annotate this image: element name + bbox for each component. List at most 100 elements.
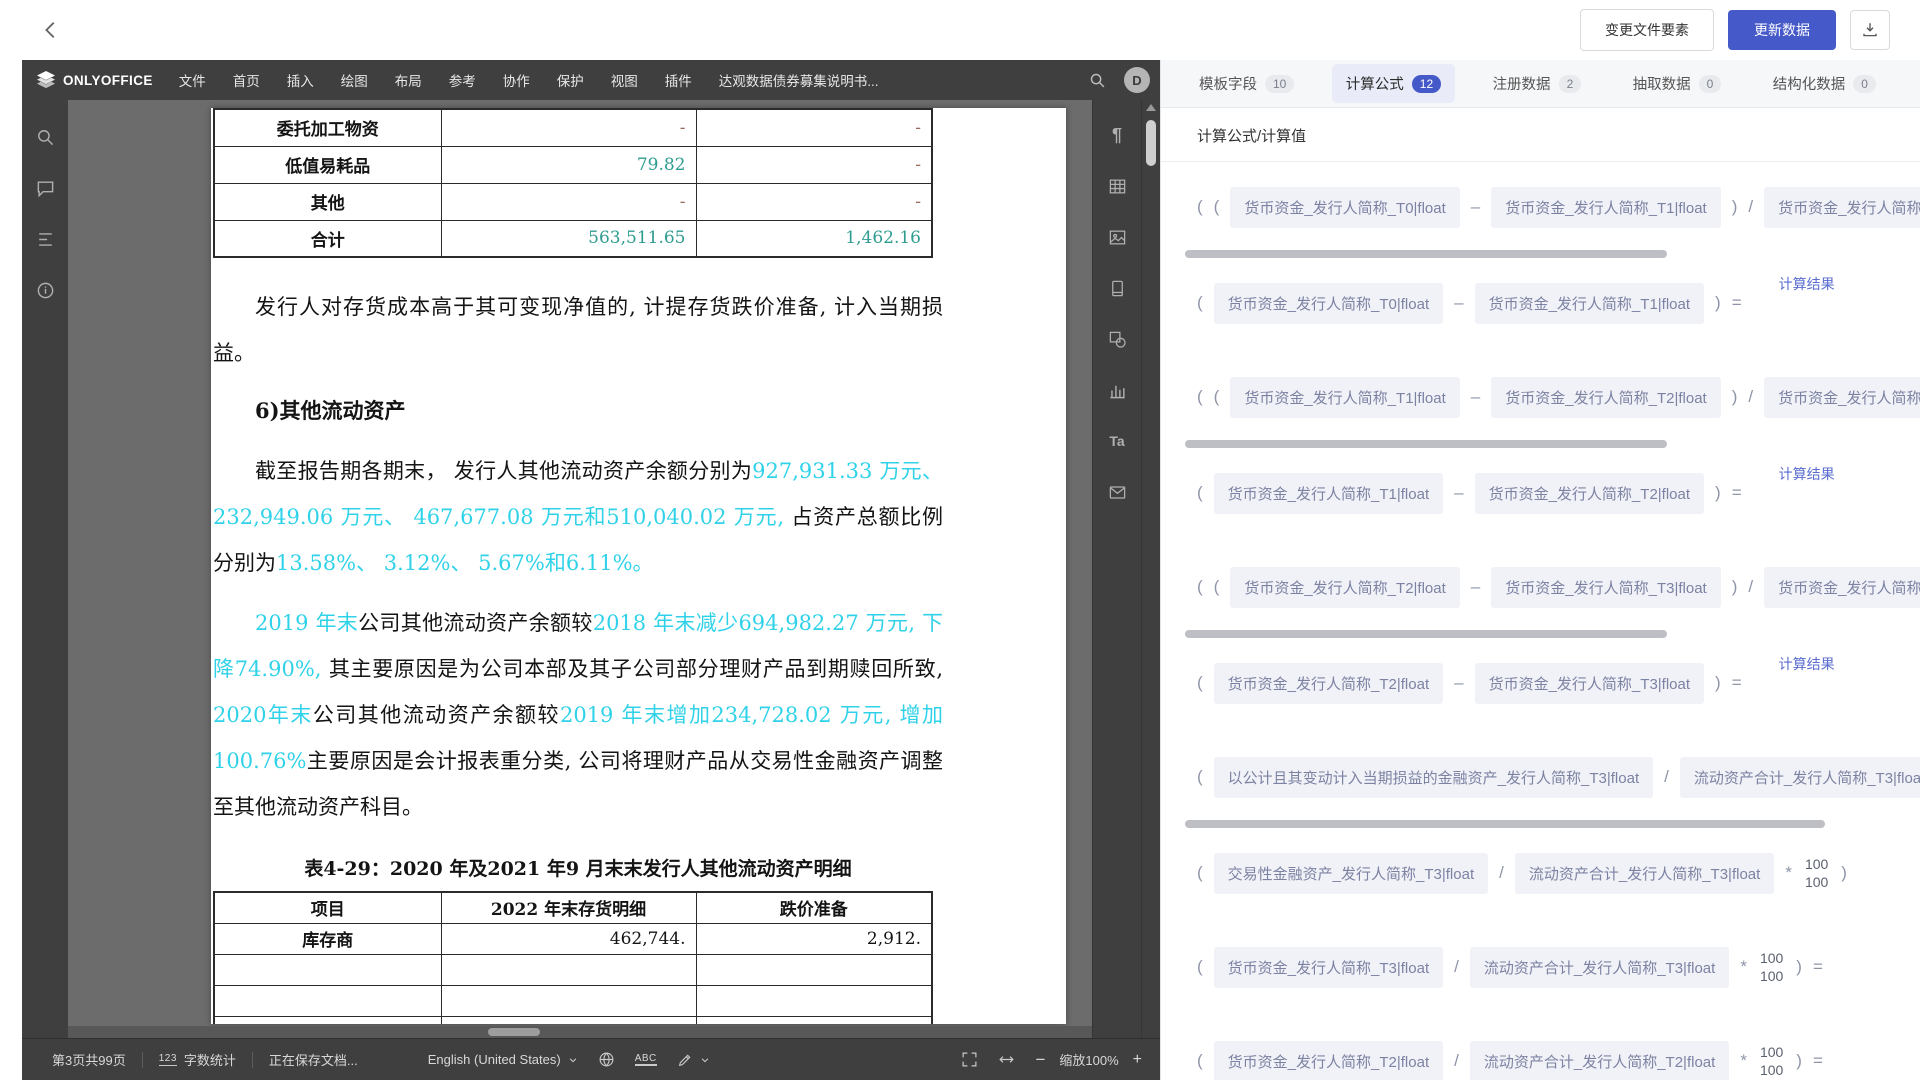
- menu-item[interactable]: 插入: [287, 70, 314, 90]
- download-icon: [1861, 21, 1879, 39]
- field-chip[interactable]: 货币资金_发行人简称_T2|float: [1475, 473, 1704, 514]
- document-page[interactable]: 委托加工物资--低值易耗品79.82-其他--合计563,511.651,462…: [211, 108, 1066, 1024]
- tab-结构化数据[interactable]: 结构化数据0: [1759, 64, 1890, 103]
- paragraph-settings-icon[interactable]: ¶: [1106, 124, 1128, 146]
- horizontal-scrollbar-thumb[interactable]: [488, 1028, 540, 1036]
- field-chip[interactable]: 货币资金_发行人简称_T1|float: [1230, 377, 1459, 418]
- menu-item[interactable]: 文件: [179, 70, 206, 90]
- field-chip[interactable]: 货币资金_发行人简称_T0|float: [1230, 187, 1459, 228]
- document-canvas[interactable]: 委托加工物资--低值易耗品79.82-其他--合计563,511.651,462…: [68, 100, 1092, 1038]
- field-chip[interactable]: 货币资金_发行人简称_T3|float: [1214, 947, 1443, 988]
- scroll-up-arrow-icon[interactable]: [1146, 104, 1156, 111]
- back-button[interactable]: [34, 13, 68, 47]
- table-cell: -: [696, 146, 932, 183]
- calc-result-link[interactable]: 计算结果: [1779, 654, 1835, 674]
- download-button[interactable]: [1850, 10, 1890, 50]
- fit-width-button[interactable]: [998, 1051, 1015, 1068]
- chart-settings-icon[interactable]: [1106, 379, 1128, 401]
- image-settings-icon[interactable]: [1106, 226, 1128, 248]
- table-cell: 1,462.16: [696, 220, 932, 257]
- update-data-button[interactable]: 更新数据: [1728, 10, 1836, 50]
- field-chip[interactable]: 货币资金_发行人简称_T2|float: [1214, 663, 1443, 704]
- textart-settings-icon[interactable]: Ta: [1106, 430, 1128, 452]
- avatar[interactable]: D: [1124, 67, 1150, 93]
- field-chip[interactable]: 货币资金_发行人简称_T2|float: [1214, 1041, 1443, 1080]
- field-chip[interactable]: 流动资产合计_发行人简称_T3|float: [1470, 947, 1729, 988]
- word-count-button[interactable]: 123 字数统计: [159, 1050, 236, 1069]
- operator: /: [1499, 863, 1504, 883]
- search-icon[interactable]: [1086, 69, 1108, 91]
- operator: (: [1197, 293, 1203, 313]
- fit-page-button[interactable]: [961, 1051, 978, 1068]
- field-chip[interactable]: 货币资金_发行人简称_T1|float: [1475, 283, 1704, 324]
- field-chip[interactable]: 货币资金_发行人简称_T2|float: [1764, 377, 1920, 418]
- operator: /: [1664, 767, 1669, 787]
- field-chip[interactable]: 货币资金_发行人简称_T2|float: [1491, 377, 1720, 418]
- headerfooter-settings-icon[interactable]: [1106, 277, 1128, 299]
- vertical-scrollbar-thumb[interactable]: [1146, 120, 1156, 166]
- menu-item[interactable]: 插件: [665, 70, 692, 90]
- table-cell: [441, 985, 696, 1016]
- field-chip[interactable]: 货币资金_发行人简称_T1|float: [1764, 187, 1920, 228]
- menu-item[interactable]: 绘图: [341, 70, 368, 90]
- table-cell: [696, 1016, 932, 1024]
- mailmerge-settings-icon[interactable]: [1106, 481, 1128, 503]
- about-icon[interactable]: [34, 279, 56, 301]
- operator: *: [1740, 1051, 1747, 1071]
- menu-item[interactable]: 达观数据债券募集说明书...: [719, 70, 879, 90]
- field-chip[interactable]: 流动资产合计_发行人简称_T2|float: [1470, 1041, 1729, 1080]
- change-file-elements-button[interactable]: 变更文件要素: [1580, 9, 1714, 51]
- detail-table-body: 项目2022 年末存货明细跌价准备库存商462,744.2,912.: [214, 892, 932, 1024]
- field-chip[interactable]: 货币资金_发行人简称_T1|float: [1214, 473, 1443, 514]
- calc-result-link[interactable]: 计算结果: [1779, 464, 1835, 484]
- field-chip[interactable]: 流动资产合计_发行人简称_T3|float: [1680, 757, 1920, 798]
- field-chip[interactable]: 货币资金_发行人简称_T3|float: [1764, 567, 1920, 608]
- menu-item[interactable]: 首页: [233, 70, 260, 90]
- tab-count-badge: 10: [1265, 75, 1294, 93]
- zoom-out-button[interactable]: −: [1035, 1050, 1045, 1070]
- field-chip[interactable]: 流动资产合计_发行人简称_T3|float: [1515, 853, 1774, 894]
- language-selector[interactable]: English (United States): [428, 1052, 578, 1067]
- field-chip[interactable]: 货币资金_发行人简称_T0|float: [1214, 283, 1443, 324]
- menu-item[interactable]: 布局: [395, 70, 422, 90]
- field-chip[interactable]: 以公计且其变动计入当期损益的金融资产_发行人简称_T3|float: [1214, 757, 1653, 798]
- menu-item[interactable]: 参考: [449, 70, 476, 90]
- find-icon[interactable]: [34, 126, 56, 148]
- globe-icon: [598, 1051, 615, 1068]
- menu-item[interactable]: 协作: [503, 70, 530, 90]
- spellcheck-button[interactable]: ABC: [635, 1053, 657, 1066]
- menu-item[interactable]: 视图: [611, 70, 638, 90]
- table-cell: -: [441, 109, 696, 146]
- table-row: [214, 954, 932, 985]
- text-run: 公司其他流动资产余额较: [313, 703, 560, 727]
- calc-result-link[interactable]: 计算结果: [1779, 274, 1835, 294]
- field-chip[interactable]: 交易性金融资产_发行人简称_T3|float: [1214, 853, 1488, 894]
- zoom-in-button[interactable]: +: [1133, 1051, 1142, 1069]
- table-settings-icon[interactable]: [1106, 175, 1128, 197]
- zoom-level[interactable]: 缩放100%: [1059, 1050, 1118, 1069]
- operator: –: [1471, 197, 1480, 217]
- set-language-button[interactable]: [598, 1051, 615, 1068]
- field-chip[interactable]: 货币资金_发行人简称_T1|float: [1491, 187, 1720, 228]
- tab-计算公式[interactable]: 计算公式12: [1332, 64, 1455, 103]
- operator: ): [1732, 577, 1738, 597]
- tab-模板字段[interactable]: 模板字段10: [1185, 64, 1308, 103]
- table-cell: 库存商: [214, 923, 441, 954]
- track-changes-button[interactable]: [677, 1052, 710, 1068]
- shape-settings-icon[interactable]: [1106, 328, 1128, 350]
- tab-抽取数据[interactable]: 抽取数据0: [1619, 64, 1736, 103]
- comments-icon[interactable]: [34, 177, 56, 199]
- operator: ): [1715, 483, 1721, 503]
- page-number-indicator[interactable]: 第3页共99页: [52, 1050, 126, 1069]
- menu-item[interactable]: 保护: [557, 70, 584, 90]
- horizontal-scrollbar[interactable]: [68, 1026, 1092, 1038]
- field-chip[interactable]: 货币资金_发行人简称_T3|float: [1491, 567, 1720, 608]
- tab-注册数据[interactable]: 注册数据2: [1479, 64, 1596, 103]
- table-cell: 462,744.: [441, 923, 696, 954]
- tab-label: 注册数据: [1493, 73, 1551, 94]
- field-chip[interactable]: 货币资金_发行人简称_T2|float: [1230, 567, 1459, 608]
- paragraph-changes: 2019 年末公司其他流动资产余额较2018 年末减少694,982.27 万元…: [213, 600, 943, 830]
- navigation-icon[interactable]: [34, 228, 56, 250]
- vertical-scrollbar[interactable]: [1141, 100, 1160, 1038]
- field-chip[interactable]: 货币资金_发行人简称_T3|float: [1475, 663, 1704, 704]
